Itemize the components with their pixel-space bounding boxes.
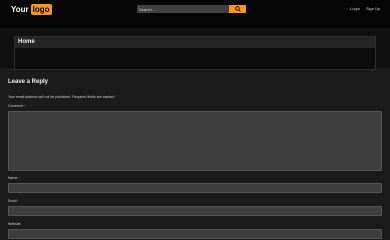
website-input[interactable]	[8, 229, 382, 239]
site-logo[interactable]: Your logo	[11, 4, 52, 15]
site-header: Your logo Login Sign Up	[0, 0, 390, 28]
email-input[interactable]	[8, 206, 382, 216]
search-bar	[137, 5, 246, 13]
login-link[interactable]: Login	[350, 6, 360, 11]
breadcrumb-title: Home	[15, 37, 375, 48]
signup-link[interactable]: Sign Up	[366, 6, 380, 11]
email-required-mark: *	[17, 199, 20, 203]
website-label: Website	[8, 222, 21, 226]
logo-text: Your	[11, 5, 29, 14]
comment-label: Comment *	[8, 104, 26, 108]
required-mark: *	[115, 95, 117, 99]
name-required-mark: *	[18, 176, 20, 180]
comment-label-text: Comment	[8, 104, 24, 108]
name-label: Name *	[8, 176, 20, 180]
comment-textarea[interactable]	[8, 111, 382, 171]
search-button[interactable]	[229, 5, 246, 13]
email-label: Email *	[8, 199, 19, 203]
name-input[interactable]	[8, 183, 382, 193]
search-icon	[234, 6, 241, 12]
logo-highlight: logo	[30, 4, 52, 15]
reply-title: Leave a Reply	[8, 79, 49, 85]
notes-text: Your email address will not be published…	[8, 95, 115, 99]
name-label-text: Name	[8, 176, 18, 180]
search-input[interactable]	[137, 5, 229, 13]
comment-notes: Your email address will not be published…	[8, 95, 117, 99]
comment-required-mark: *	[24, 104, 26, 108]
email-label-text: Email	[8, 199, 17, 203]
breadcrumb-panel: Home	[14, 36, 376, 70]
